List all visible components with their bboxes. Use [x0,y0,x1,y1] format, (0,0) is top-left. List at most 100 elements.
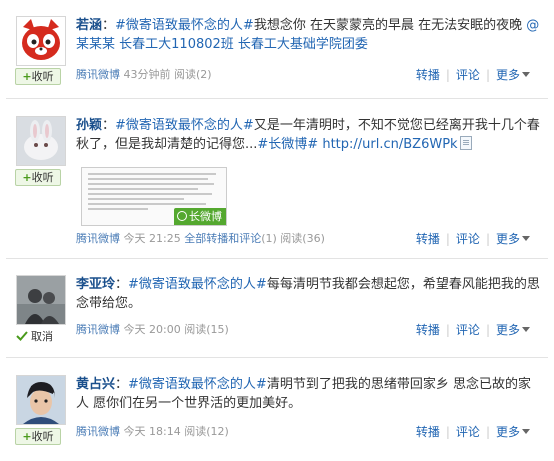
thumbnail-text-line [88,193,212,195]
post-actions: 转播 | 评论 | 更多 [416,423,530,440]
long-weibo-tag[interactable]: #长微博# [257,137,318,152]
read-count: (12) [206,425,229,438]
colon: ： [115,377,129,392]
post-actions: 转播 | 评论 | 更多 [416,230,530,247]
thumbnail-text-line [88,188,198,190]
forward-button[interactable]: 转播 [416,425,440,439]
thumbnail-text-line [88,203,206,205]
follow-button[interactable]: +收听 [15,68,61,85]
thumbnail-text-line [88,183,214,185]
long-weibo-badge: 长微博 [174,208,226,225]
topic-link[interactable]: #微寄语致最怀念的人# [115,18,254,33]
divider: | [445,425,450,439]
read-label: 阅读 [280,232,303,245]
topic-link[interactable]: #微寄语致最怀念的人# [128,277,267,292]
post-content: 若涵：#微寄语致最怀念的人#我想念你 在天蒙蒙亮的早晨 在无法安眠的夜晚 @某某… [76,16,541,54]
colon: ： [102,118,116,133]
colon: ： [102,18,116,33]
author-name[interactable]: 孙颖 [76,118,102,133]
feed-item: +收听 黄占兴：#微寄语致最怀念的人#清明节到了把我的思绪带回家乡 思念已故的家… [0,358,554,461]
read-label: 阅读 [184,425,207,438]
read-label: 阅读 [184,323,207,336]
more-button[interactable]: 更多 [496,425,530,439]
long-weibo-badge-icon [177,211,187,221]
checkmark-icon [16,331,28,341]
post-meta: 腾讯微博 今天 20:00 阅读(15) [76,321,229,337]
read-label: 阅读 [174,68,196,81]
caret-down-icon [522,72,530,77]
caret-down-icon [522,429,530,434]
avatar[interactable] [16,375,66,425]
divider: | [485,323,490,337]
page-icon [459,136,472,150]
weibo-feed: +收听 若涵：#微寄语致最怀念的人#我想念你 在天蒙蒙亮的早晨 在无法安眠的夜晚… [0,0,554,461]
post-text-2[interactable]: 长春工大110802班 长春工大基础学院团委 [115,37,368,52]
author-name[interactable]: 若涵 [76,18,102,33]
plus-icon: + [22,171,32,184]
feed-item: +收听 孙颖：#微寄语致最怀念的人#又是一年清明时，不知不觉您已经离开我十几个春… [0,99,554,257]
divider: | [445,323,450,337]
more-label: 更多 [495,425,520,439]
forward-button[interactable]: 转播 [416,232,440,246]
more-button[interactable]: 更多 [496,323,530,337]
follow-button[interactable]: +收听 [15,428,61,445]
thumbnail-text-line [88,178,208,180]
more-button[interactable]: 更多 [496,68,530,82]
post-actions: 转播 | 评论 | 更多 [416,321,530,338]
source-link[interactable]: 腾讯微博 [76,232,120,245]
follow-button[interactable]: +收听 [15,169,61,186]
comment-button[interactable]: 评论 [456,323,480,337]
timestamp[interactable]: 今天 20:00 [124,323,181,336]
forward-button[interactable]: 转播 [416,323,440,337]
post-content: 黄占兴：#微寄语致最怀念的人#清明节到了把我的思绪带回家乡 思念已故的家人 愿你… [76,375,541,413]
post-meta: 腾讯微博 今天 21:25 全部转播和评论(1) 阅读(36) [76,230,325,246]
post-content: 李亚玲：#微寄语致最怀念的人#每每清明节我都会想起您，希望春风能把我的思念带给您… [76,275,541,313]
divider: | [445,232,450,246]
post-meta: 腾讯微博 今天 18:14 阅读(12) [76,423,229,439]
read-count: (2) [196,68,212,81]
topic-link[interactable]: #微寄语致最怀念的人# [128,377,267,392]
timestamp[interactable]: 43分钟前 [124,68,171,81]
post-text: 我想念你 在天蒙蒙亮的早晨 在无法安眠的夜晚 [253,18,527,33]
long-weibo-thumbnail[interactable]: 长微博 [81,167,227,226]
thumbnail-text-line [88,198,184,200]
comment-button[interactable]: 评论 [456,68,480,82]
divider: | [485,232,490,246]
author-name[interactable]: 黄占兴 [76,377,115,392]
source-link[interactable]: 腾讯微博 [76,425,120,438]
caret-down-icon [522,236,530,241]
timestamp[interactable]: 今天 18:14 [124,425,181,438]
forward-count: (1) [261,232,277,245]
thumbnail-text-line [88,173,216,175]
forward-button[interactable]: 转播 [416,68,440,82]
badge-label: 长微博 [189,210,222,223]
source-link[interactable]: 腾讯微博 [76,68,120,81]
photo-avatar-icon [17,276,65,324]
unfollow-label: 取消 [31,330,53,343]
all-forwards-comments-link[interactable]: 全部转播和评论 [184,232,261,245]
source-link[interactable]: 腾讯微博 [76,323,120,336]
avatar[interactable] [16,116,66,166]
colon: ： [115,277,129,292]
read-count: (36) [302,232,325,245]
author-name[interactable]: 李亚玲 [76,277,115,292]
short-url-link[interactable]: http://url.cn/BZ6WPk [318,137,457,152]
comment-button[interactable]: 评论 [456,232,480,246]
photo-avatar-icon [17,376,65,424]
more-label: 更多 [495,323,520,337]
divider: | [485,68,490,82]
post-actions: 转播 | 评论 | 更多 [416,66,530,83]
plus-icon: + [22,70,32,83]
timestamp[interactable]: 今天 21:25 [124,232,181,245]
more-label: 更多 [495,68,520,82]
avatar[interactable] [16,16,66,66]
topic-link[interactable]: #微寄语致最怀念的人# [115,118,254,133]
thumbnail-text-line [88,208,148,210]
divider: | [445,68,450,82]
avatar[interactable] [16,275,66,325]
post-meta: 腾讯微博 43分钟前 阅读(2) [76,66,212,82]
more-button[interactable]: 更多 [496,232,530,246]
post-content: 孙颖：#微寄语致最怀念的人#又是一年清明时，不知不觉您已经离开我十几个春秋了，但… [76,116,541,154]
unfollow-button[interactable]: 取消 [16,329,53,344]
comment-button[interactable]: 评论 [456,425,480,439]
